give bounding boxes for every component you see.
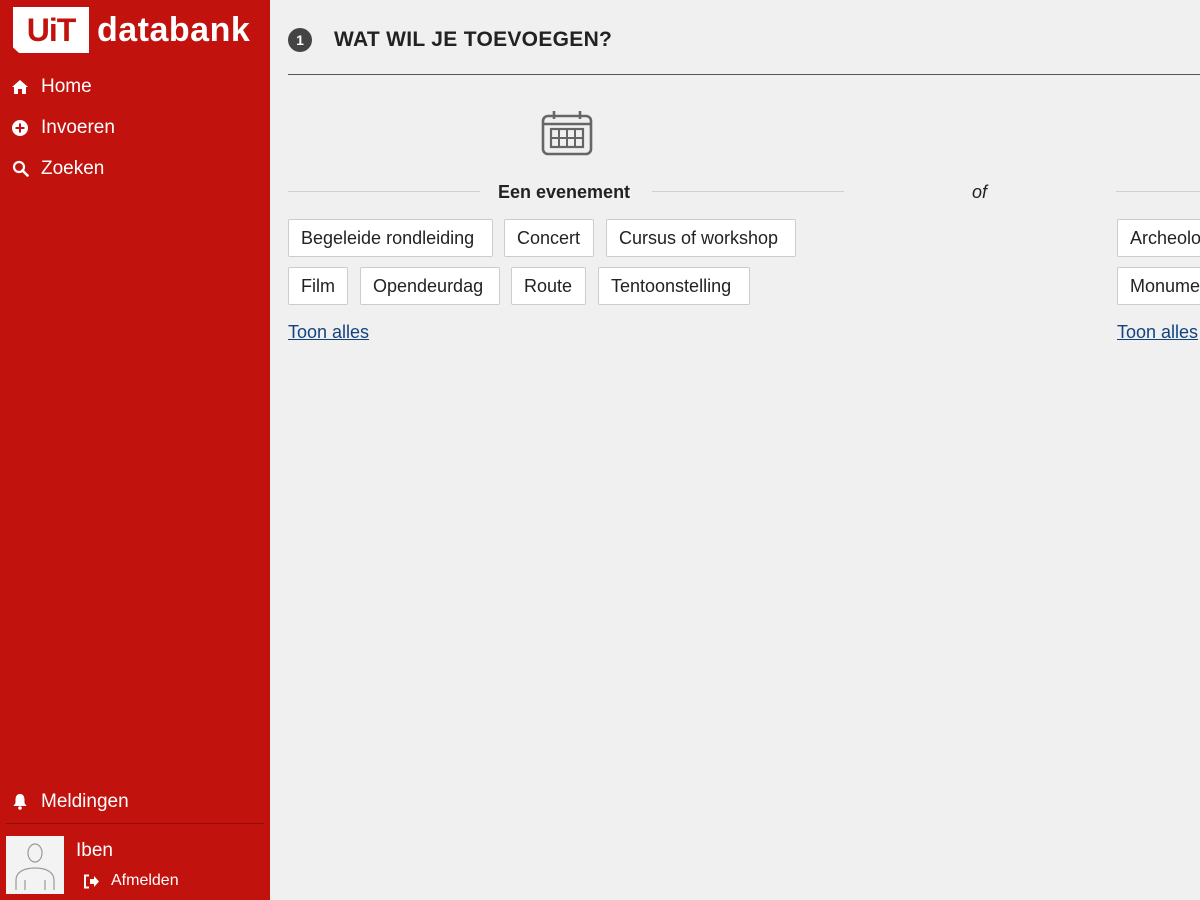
place-type-chip[interactable]: Monume: [1117, 267, 1200, 305]
uit-databank-logo[interactable]: UiT databank: [13, 6, 250, 54]
header-rule: [288, 74, 1200, 75]
search-icon: [11, 160, 29, 178]
event-type-chip[interactable]: Opendeurdag: [360, 267, 500, 305]
nav-item-label: Zoeken: [41, 157, 105, 179]
logout-link[interactable]: Afmelden: [82, 872, 179, 890]
logout-icon: [82, 872, 100, 890]
main-nav: Home Invoeren Zoeken: [0, 66, 270, 189]
event-type-chip[interactable]: Film: [288, 267, 348, 305]
event-type-chip[interactable]: Cursus of workshop: [606, 219, 796, 257]
show-all-events-link[interactable]: Toon alles: [288, 322, 369, 343]
nav-item-label: Meldingen: [41, 790, 129, 812]
section-line-left: [288, 191, 480, 192]
nav-item-zoeken[interactable]: Zoeken: [0, 148, 270, 189]
show-all-places-link[interactable]: Toon alles: [1117, 322, 1198, 343]
place-type-chip[interactable]: Archeolo: [1117, 219, 1200, 257]
or-separator: of: [972, 182, 988, 202]
bell-icon: [11, 793, 29, 811]
plus-circle-icon: [11, 119, 29, 137]
event-type-chip[interactable]: Begeleide rondleiding: [288, 219, 493, 257]
avatar[interactable]: [6, 836, 64, 894]
sidebar-divider: [6, 823, 264, 824]
event-section-title: Een evenement: [498, 182, 631, 202]
logo-mark: UiT: [13, 7, 89, 53]
event-type-chip[interactable]: Tentoonstelling: [598, 267, 750, 305]
event-type-chip[interactable]: Concert: [504, 219, 594, 257]
user-panel: Iben Afmelden: [6, 836, 264, 894]
place-section-clipped: Archeolo Monume Toon alles: [1117, 219, 1200, 349]
sidebar: UiT databank Home Invoeren Zoeken Meldin…: [0, 0, 270, 900]
nav-item-meldingen[interactable]: Meldingen: [0, 781, 270, 822]
event-type-chip[interactable]: Route: [511, 267, 586, 305]
home-icon: [11, 78, 29, 96]
logout-label: Afmelden: [111, 872, 179, 889]
nav-item-label: Invoeren: [41, 116, 115, 138]
step-title: WAT WIL JE TOEVOEGEN?: [334, 28, 613, 51]
nav-item-home[interactable]: Home: [0, 66, 270, 107]
user-name: Iben: [76, 840, 113, 861]
notifications-area: Meldingen: [0, 781, 270, 822]
user-silhouette-icon: [15, 843, 55, 890]
step-header: 1 WAT WIL JE TOEVOEGEN?: [288, 28, 612, 52]
nav-item-label: Home: [41, 75, 92, 97]
section-line-right: [652, 191, 844, 192]
nav-item-invoeren[interactable]: Invoeren: [0, 107, 270, 148]
place-section-line: [1116, 191, 1200, 192]
logo-wordmark: databank: [97, 10, 251, 49]
calendar-icon: [541, 111, 593, 156]
step-number-badge: 1: [288, 28, 312, 52]
